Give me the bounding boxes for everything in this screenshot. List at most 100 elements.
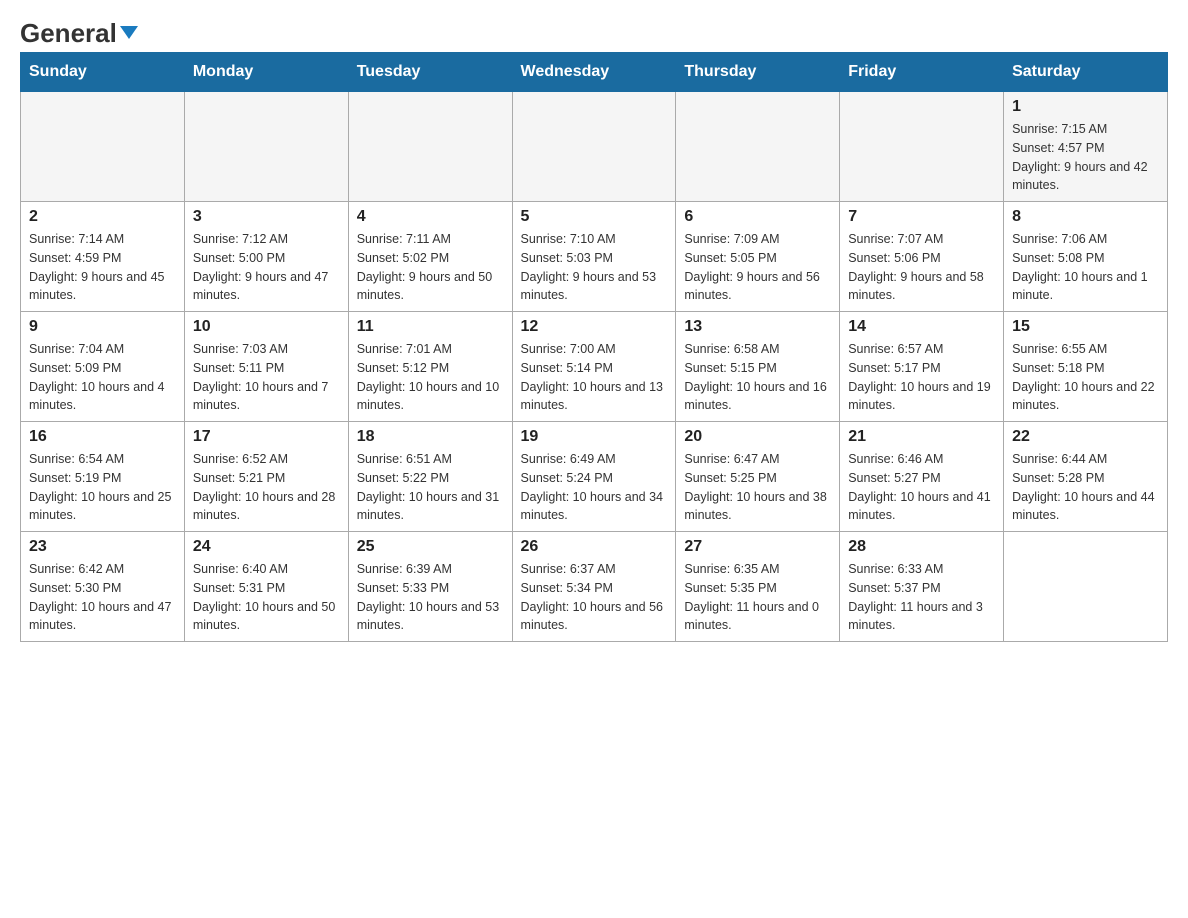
calendar-cell: 6Sunrise: 7:09 AM Sunset: 5:05 PM Daylig… [676, 202, 840, 312]
day-info: Sunrise: 6:46 AM Sunset: 5:27 PM Dayligh… [848, 450, 995, 525]
weekday-header-friday: Friday [840, 53, 1004, 92]
day-number: 25 [357, 538, 504, 556]
calendar-cell: 21Sunrise: 6:46 AM Sunset: 5:27 PM Dayli… [840, 422, 1004, 532]
day-number: 11 [357, 318, 504, 336]
calendar-week-1: 1 Sunrise: 7:15 AM Sunset: 4:57 PM Daylig… [21, 92, 1168, 202]
day-info: Sunrise: 7:06 AM Sunset: 5:08 PM Dayligh… [1012, 230, 1159, 305]
calendar-cell [676, 92, 840, 202]
day-number: 16 [29, 428, 176, 446]
weekday-header-thursday: Thursday [676, 53, 840, 92]
calendar-cell: 24 Sunrise: 6:40 AM Sunset: 5:31 PM Dayli… [184, 532, 348, 642]
day-number: 8 [1012, 208, 1159, 226]
day-info: Sunrise: 7:10 AM Sunset: 5:03 PM Dayligh… [521, 230, 668, 305]
day-info: Sunrise: 7:15 AM Sunset: 4:57 PM Dayligh… [1012, 120, 1159, 195]
day-info: Sunrise: 7:04 AM Sunset: 5:09 PM Dayligh… [29, 340, 176, 415]
day-number: 13 [684, 318, 831, 336]
day-info: Sunrise: 7:11 AM Sunset: 5:02 PM Dayligh… [357, 230, 504, 305]
weekday-header-monday: Monday [184, 53, 348, 92]
calendar-cell: 4 Sunrise: 7:11 AM Sunset: 5:02 PM Daylig… [348, 202, 512, 312]
calendar-cell: 10 Sunrise: 7:03 AM Sunset: 5:11 PM Dayli… [184, 312, 348, 422]
day-info: Sunrise: 6:51 AM Sunset: 5:22 PM Dayligh… [357, 450, 504, 525]
calendar-cell: 19 Sunrise: 6:49 AM Sunset: 5:24 PM Dayli… [512, 422, 676, 532]
day-info: Sunrise: 6:35 AM Sunset: 5:35 PM Dayligh… [684, 560, 831, 635]
day-info: Sunrise: 7:12 AM Sunset: 5:00 PM Dayligh… [193, 230, 340, 305]
calendar-cell: 18Sunrise: 6:51 AM Sunset: 5:22 PM Dayli… [348, 422, 512, 532]
day-number: 1 [1012, 98, 1159, 116]
calendar-cell: 11 Sunrise: 7:01 AM Sunset: 5:12 PM Dayli… [348, 312, 512, 422]
calendar-cell [840, 92, 1004, 202]
calendar-cell: 3 Sunrise: 7:12 AM Sunset: 5:00 PM Daylig… [184, 202, 348, 312]
calendar-cell: 13Sunrise: 6:58 AM Sunset: 5:15 PM Dayli… [676, 312, 840, 422]
page-header: General [20, 20, 1168, 42]
day-number: 20 [684, 428, 831, 446]
day-info: Sunrise: 6:39 AM Sunset: 5:33 PM Dayligh… [357, 560, 504, 635]
calendar-table: SundayMondayTuesdayWednesdayThursdayFrid… [20, 52, 1168, 642]
logo-main-text: General [20, 20, 138, 46]
day-number: 12 [521, 318, 668, 336]
day-info: Sunrise: 6:54 AM Sunset: 5:19 PM Dayligh… [29, 450, 176, 525]
day-number: 3 [193, 208, 340, 226]
calendar-cell [348, 92, 512, 202]
calendar-cell: 17Sunrise: 6:52 AM Sunset: 5:21 PM Dayli… [184, 422, 348, 532]
calendar-week-5: 23 Sunrise: 6:42 AM Sunset: 5:30 PM Dayli… [21, 532, 1168, 642]
calendar-cell: 8 Sunrise: 7:06 AM Sunset: 5:08 PM Daylig… [1004, 202, 1168, 312]
calendar-cell: 27 Sunrise: 6:35 AM Sunset: 5:35 PM Dayli… [676, 532, 840, 642]
day-number: 5 [521, 208, 668, 226]
day-number: 17 [193, 428, 340, 446]
calendar-cell: 2Sunrise: 7:14 AM Sunset: 4:59 PM Daylig… [21, 202, 185, 312]
day-info: Sunrise: 6:42 AM Sunset: 5:30 PM Dayligh… [29, 560, 176, 635]
weekday-header-sunday: Sunday [21, 53, 185, 92]
logo: General [20, 20, 138, 42]
day-info: Sunrise: 7:09 AM Sunset: 5:05 PM Dayligh… [684, 230, 831, 305]
day-number: 7 [848, 208, 995, 226]
day-info: Sunrise: 6:37 AM Sunset: 5:34 PM Dayligh… [521, 560, 668, 635]
day-info: Sunrise: 6:40 AM Sunset: 5:31 PM Dayligh… [193, 560, 340, 635]
weekday-header-tuesday: Tuesday [348, 53, 512, 92]
day-number: 2 [29, 208, 176, 226]
day-number: 9 [29, 318, 176, 336]
calendar-week-2: 2Sunrise: 7:14 AM Sunset: 4:59 PM Daylig… [21, 202, 1168, 312]
day-info: Sunrise: 6:47 AM Sunset: 5:25 PM Dayligh… [684, 450, 831, 525]
calendar-cell: 22 Sunrise: 6:44 AM Sunset: 5:28 PM Dayli… [1004, 422, 1168, 532]
day-number: 27 [684, 538, 831, 556]
calendar-cell: 14Sunrise: 6:57 AM Sunset: 5:17 PM Dayli… [840, 312, 1004, 422]
day-info: Sunrise: 7:00 AM Sunset: 5:14 PM Dayligh… [521, 340, 668, 415]
day-number: 19 [521, 428, 668, 446]
calendar-cell: 23 Sunrise: 6:42 AM Sunset: 5:30 PM Dayli… [21, 532, 185, 642]
calendar-cell: 9 Sunrise: 7:04 AM Sunset: 5:09 PM Daylig… [21, 312, 185, 422]
calendar-cell [512, 92, 676, 202]
calendar-cell: 1 Sunrise: 7:15 AM Sunset: 4:57 PM Daylig… [1004, 92, 1168, 202]
day-number: 22 [1012, 428, 1159, 446]
day-info: Sunrise: 7:01 AM Sunset: 5:12 PM Dayligh… [357, 340, 504, 415]
calendar-cell: 25 Sunrise: 6:39 AM Sunset: 5:33 PM Dayli… [348, 532, 512, 642]
weekday-header-saturday: Saturday [1004, 53, 1168, 92]
calendar-cell: 28Sunrise: 6:33 AM Sunset: 5:37 PM Dayli… [840, 532, 1004, 642]
day-info: Sunrise: 6:49 AM Sunset: 5:24 PM Dayligh… [521, 450, 668, 525]
day-info: Sunrise: 7:07 AM Sunset: 5:06 PM Dayligh… [848, 230, 995, 305]
day-info: Sunrise: 7:03 AM Sunset: 5:11 PM Dayligh… [193, 340, 340, 415]
day-info: Sunrise: 6:33 AM Sunset: 5:37 PM Dayligh… [848, 560, 995, 635]
weekday-header-wednesday: Wednesday [512, 53, 676, 92]
day-number: 14 [848, 318, 995, 336]
calendar-cell [184, 92, 348, 202]
calendar-cell: 7 Sunrise: 7:07 AM Sunset: 5:06 PM Daylig… [840, 202, 1004, 312]
calendar-cell: 15Sunrise: 6:55 AM Sunset: 5:18 PM Dayli… [1004, 312, 1168, 422]
day-number: 4 [357, 208, 504, 226]
calendar-cell: 26 Sunrise: 6:37 AM Sunset: 5:34 PM Dayli… [512, 532, 676, 642]
logo-triangle-icon [120, 26, 138, 39]
calendar-cell [1004, 532, 1168, 642]
weekday-header-row: SundayMondayTuesdayWednesdayThursdayFrid… [21, 53, 1168, 92]
calendar-cell: 20 Sunrise: 6:47 AM Sunset: 5:25 PM Dayli… [676, 422, 840, 532]
calendar-cell: 5 Sunrise: 7:10 AM Sunset: 5:03 PM Daylig… [512, 202, 676, 312]
day-number: 26 [521, 538, 668, 556]
calendar-week-3: 9 Sunrise: 7:04 AM Sunset: 5:09 PM Daylig… [21, 312, 1168, 422]
day-number: 24 [193, 538, 340, 556]
day-number: 10 [193, 318, 340, 336]
calendar-week-4: 16 Sunrise: 6:54 AM Sunset: 5:19 PM Dayli… [21, 422, 1168, 532]
calendar-cell: 12 Sunrise: 7:00 AM Sunset: 5:14 PM Dayli… [512, 312, 676, 422]
day-number: 23 [29, 538, 176, 556]
calendar-cell [21, 92, 185, 202]
day-info: Sunrise: 6:44 AM Sunset: 5:28 PM Dayligh… [1012, 450, 1159, 525]
day-number: 15 [1012, 318, 1159, 336]
calendar-cell: 16 Sunrise: 6:54 AM Sunset: 5:19 PM Dayli… [21, 422, 185, 532]
